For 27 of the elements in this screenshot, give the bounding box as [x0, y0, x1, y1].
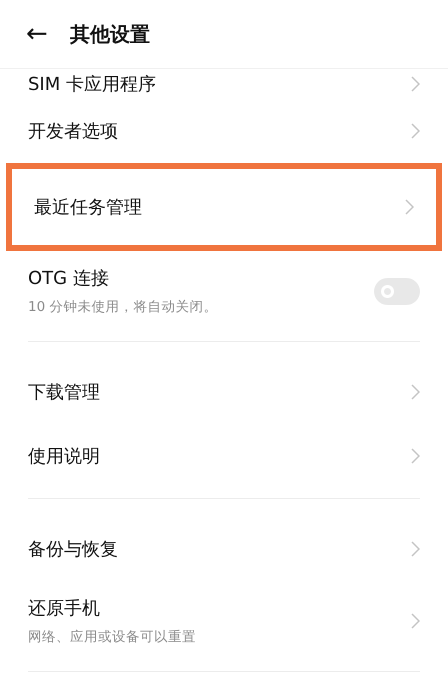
settings-row[interactable]: 使用说明 — [0, 424, 448, 488]
settings-row[interactable]: 开发者选项 — [0, 99, 448, 163]
settings-row[interactable]: 还原手机 网络、应用或设备可以重置 — [0, 581, 448, 661]
row-label: 最近任务管理 — [34, 196, 142, 219]
chevron-right-icon — [411, 541, 420, 557]
settings-row[interactable]: 下载管理 — [0, 360, 448, 424]
chevron-right-icon — [411, 613, 420, 629]
chevron-right-icon — [411, 384, 420, 400]
row-label: 备份与恢复 — [28, 538, 118, 561]
chevron-right-icon — [411, 123, 420, 139]
back-button[interactable]: ← — [26, 21, 48, 47]
row-label: 使用说明 — [28, 445, 100, 468]
page-title: 其他设置 — [70, 20, 150, 48]
row-label: SIM 卡应用程序 — [28, 73, 156, 96]
row-label: 下载管理 — [28, 381, 100, 404]
chevron-right-icon — [405, 199, 414, 215]
row-label: 开发者选项 — [28, 120, 118, 143]
settings-row[interactable]: OTG 连接 10 分钟未使用，将自动关闭。 — [0, 251, 448, 331]
highlighted-row[interactable]: 最近任务管理 — [6, 163, 442, 251]
settings-row[interactable]: 备份与恢复 — [0, 517, 448, 581]
row-subtitle: 网络、应用或设备可以重置 — [28, 628, 196, 646]
chevron-right-icon — [411, 448, 420, 464]
row-subtitle: 10 分钟未使用，将自动关闭。 — [28, 298, 218, 316]
settings-row[interactable]: SIM 卡应用程序 — [0, 69, 448, 99]
chevron-right-icon — [411, 76, 420, 92]
row-label: 还原手机 — [28, 597, 101, 620]
row-label: OTG 连接 — [28, 267, 110, 290]
